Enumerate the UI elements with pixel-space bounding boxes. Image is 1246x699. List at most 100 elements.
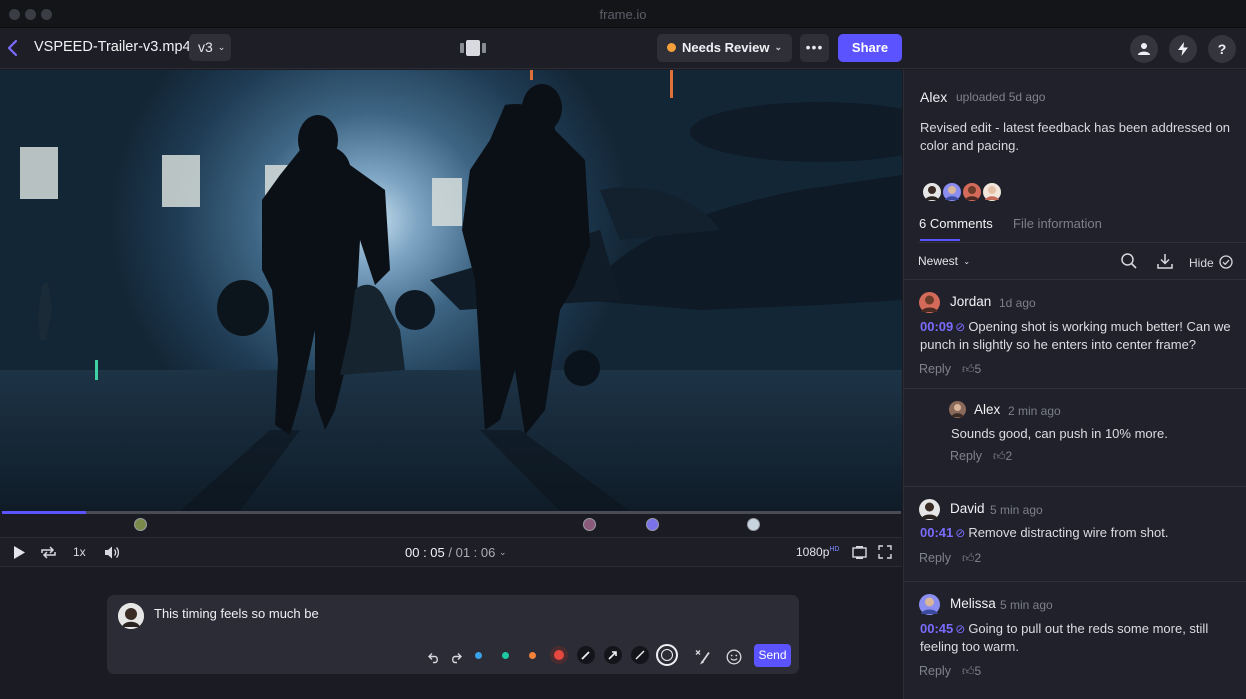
tab-file-information[interactable]: File information (1013, 216, 1102, 231)
light-streak (95, 360, 98, 380)
jet-engine (690, 102, 902, 162)
check-circle-icon (1219, 255, 1233, 269)
undo-icon[interactable] (428, 648, 440, 668)
hide-completed-button[interactable]: Hide (1189, 253, 1233, 270)
like-count: 5 (974, 362, 982, 376)
comment-item[interactable]: Melissa 5 min ago 00:45 ⊘ Going to pull ou… (904, 594, 1246, 699)
comment-text: Sounds good, can push in 10% more. (951, 426, 1168, 441)
jet-intake (395, 290, 435, 330)
comment-time: 1d ago (999, 296, 1036, 310)
user-avatar-icon (118, 603, 144, 629)
status-label: Needs Review (682, 40, 770, 55)
tab-comments[interactable]: 6 Comments (919, 216, 993, 231)
color-orange-swatch[interactable] (529, 652, 536, 659)
duration: 01 : 06 (455, 545, 496, 560)
sort-label: Newest (918, 254, 959, 268)
comment-timestamp[interactable]: 00:09 (920, 319, 953, 334)
comment-body: 00:09 ⊘ Opening shot is working much bette… (920, 318, 1240, 354)
account-button[interactable] (1130, 35, 1158, 63)
emoji-icon[interactable] (726, 647, 742, 667)
color-blue-swatch[interactable] (475, 652, 482, 659)
sort-dropdown[interactable]: Newest ⌄ (918, 254, 970, 268)
reply-button[interactable]: Reply (919, 551, 951, 565)
brush-tool-button[interactable] (577, 646, 595, 664)
comment-item[interactable]: Jordan 1d ago 00:09 ⊘ Opening shot is work… (904, 292, 1246, 389)
activity-button[interactable] (1169, 35, 1197, 63)
chevron-down-icon: ⌄ (499, 547, 507, 557)
comment-time: 5 min ago (1000, 598, 1053, 612)
share-button[interactable]: Share (838, 34, 902, 62)
timeline-track[interactable] (2, 511, 901, 514)
line-tool-button[interactable] (631, 646, 649, 664)
arrow-tool-button[interactable] (604, 646, 622, 664)
shape-tool-button[interactable] (656, 644, 678, 666)
back-button[interactable] (6, 38, 22, 58)
comment-text: Opening shot is working much better! Can… (920, 319, 1231, 352)
comment-marker[interactable] (747, 518, 760, 531)
brush-icon (581, 651, 590, 660)
clear-drawing-icon[interactable] (694, 647, 712, 667)
comment-body: 00:45 ⊘ Going to pull out the reds some mo… (920, 620, 1220, 656)
fullscreen-icon[interactable] (878, 545, 892, 559)
video-frame[interactable] (0, 70, 902, 511)
reply-button[interactable]: Reply (919, 664, 951, 678)
comment-timestamp[interactable]: 00:45 (920, 621, 953, 636)
quality-label: 1080p (796, 545, 830, 559)
play-icon[interactable] (13, 545, 26, 560)
avatar (961, 181, 983, 203)
comment-reply-item[interactable]: Alex 2 min ago Sounds good, can push in … (904, 401, 1246, 487)
comment-item[interactable]: David 5 min ago 00:41 ⊘ Remove distracting… (904, 499, 1246, 582)
color-red-swatch-selected[interactable] (550, 646, 568, 664)
timeline[interactable] (0, 511, 902, 536)
top-toolbar: VSPEED-Trailer-v3.mp4 v3 ⌄ Needs Review … (0, 28, 1246, 69)
search-icon[interactable] (1120, 252, 1138, 270)
status-dot (667, 43, 676, 52)
more-options-button[interactable]: ••• (800, 34, 829, 62)
file-name: VSPEED-Trailer-v3.mp4 (34, 39, 191, 55)
pilot-left-head (298, 115, 338, 165)
comment-marker[interactable] (646, 518, 659, 531)
like-count: 2 (974, 551, 982, 565)
volume-icon[interactable] (104, 545, 120, 560)
thumbs-up-icon: 👍︎ (993, 449, 1006, 463)
version-dropdown[interactable]: v3 ⌄ (189, 34, 231, 61)
comment-composer: This timing feels so much be Send (107, 595, 799, 674)
list-divider (904, 279, 1246, 280)
current-time: 00 : 05 (405, 545, 445, 560)
comment-timestamp[interactable]: 00:41 (920, 525, 953, 540)
compare-versions-icon[interactable] (460, 40, 486, 56)
like-button[interactable]: 👍︎2 (993, 449, 1012, 464)
comment-marker[interactable] (134, 518, 147, 531)
reply-button[interactable]: Reply (950, 449, 982, 463)
timecode[interactable]: 00 : 05 / 01 : 06 ⌄ (405, 545, 507, 560)
user-icon (1138, 43, 1150, 55)
quality-selector[interactable]: 1080pHD (796, 545, 840, 559)
background-person (38, 282, 52, 340)
pilot-right-head (522, 84, 562, 132)
avatar (949, 401, 966, 418)
hide-label: Hide (1189, 256, 1214, 270)
like-button[interactable]: 👍︎5 (962, 362, 981, 377)
light-streak (670, 70, 673, 98)
loop-icon[interactable] (40, 545, 57, 560)
tab-active-indicator (920, 239, 960, 241)
playback-speed-button[interactable]: 1x (73, 545, 86, 559)
redo-icon[interactable] (450, 648, 462, 668)
color-teal-swatch[interactable] (502, 652, 509, 659)
avatar (921, 181, 943, 203)
reply-button[interactable]: Reply (919, 362, 951, 376)
status-dropdown[interactable]: Needs Review ⌄ (657, 34, 792, 62)
tabs-divider (918, 242, 1246, 243)
comment-marker[interactable] (583, 518, 596, 531)
download-icon[interactable] (1156, 252, 1174, 270)
bolt-icon (1178, 42, 1188, 56)
safe-zones-icon[interactable] (852, 546, 867, 559)
annotation-icon: ⊘ (955, 526, 966, 540)
like-button[interactable]: 👍︎2 (962, 551, 981, 566)
comment-input[interactable]: This timing feels so much be (154, 606, 319, 621)
help-button[interactable]: ? (1208, 35, 1236, 63)
like-button[interactable]: 👍︎5 (962, 664, 981, 679)
send-button[interactable]: Send (754, 644, 791, 667)
uploader-name: Alex (920, 89, 948, 105)
like-count: 5 (974, 664, 982, 678)
